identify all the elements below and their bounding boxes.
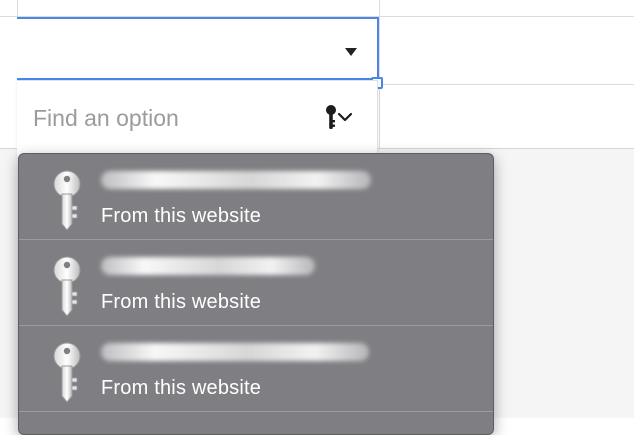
item-origin-label: From this website <box>101 291 262 313</box>
key-icon <box>53 170 81 231</box>
username-redacted <box>101 171 371 189</box>
key-chevron-icon[interactable] <box>323 103 359 133</box>
key-icon <box>53 342 81 403</box>
select-cell[interactable] <box>17 17 379 80</box>
triangle-down-icon[interactable] <box>345 48 357 56</box>
password-autofill-popup: From this website From this website From… <box>18 153 494 435</box>
item-origin-label: From this website <box>101 205 262 227</box>
autofill-item[interactable]: From this website <box>19 154 493 240</box>
autofill-item[interactable]: From this website <box>19 240 493 326</box>
item-origin-label: From this website <box>101 377 262 399</box>
username-redacted <box>101 343 369 361</box>
option-search-box <box>17 80 378 157</box>
search-input[interactable] <box>33 101 303 135</box>
key-icon <box>53 256 81 317</box>
grid-line <box>379 0 380 149</box>
username-redacted <box>101 257 315 275</box>
divider <box>19 411 493 412</box>
autofill-item[interactable]: From this website <box>19 326 493 412</box>
grid-line <box>379 84 634 85</box>
